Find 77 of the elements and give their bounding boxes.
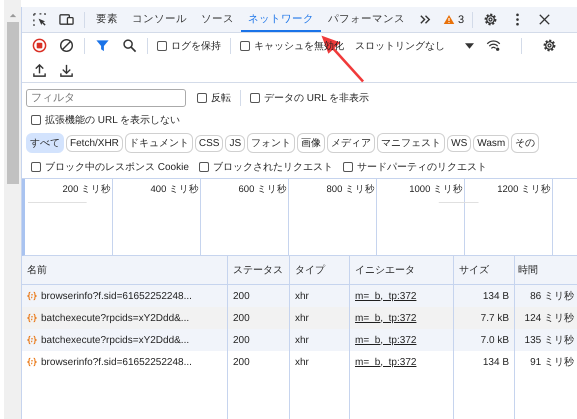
table-row[interactable]: batchexecute?rpcids=xY2Ddd&... 200 xhr m=_b,_tp:372 7.7 kB 124 ミリ秒	[22, 307, 577, 329]
checkbox-option[interactable]: 拡張機能の URL を表示しない	[31, 112, 180, 126]
table-cell-text: 91 ミリ秒	[529, 356, 575, 370]
table-cell: 200	[228, 329, 290, 351]
timeline-tick-label: 1000 ミリ秒	[409, 183, 464, 196]
type-filter-chip[interactable]: WS	[447, 134, 472, 152]
type-filter-chip[interactable]: フォント	[247, 133, 296, 153]
throttling-dropdown[interactable]: スロットリングなし	[355, 38, 474, 52]
panel-tab[interactable]: パフォーマンス	[321, 7, 412, 32]
type-filter-chip[interactable]: メディア	[327, 133, 376, 153]
table-cell-text: 135 ミリ秒	[524, 334, 575, 348]
download-icon[interactable]	[59, 62, 74, 78]
type-filter-chip[interactable]: マニフェスト	[377, 133, 446, 153]
type-filter-chip[interactable]: 画像	[297, 133, 326, 153]
request-name: browserinfo?f.sid=61652252248...	[41, 290, 192, 302]
issues-button[interactable]: 3	[443, 14, 464, 26]
checkbox-option[interactable]: ログを保持	[157, 38, 221, 52]
initiator-link[interactable]: m=_b,_tp:372	[355, 290, 416, 302]
checkbox-option[interactable]: データの URL を非表示	[250, 90, 370, 104]
initiator-link[interactable]: m=_b,_tp:372	[355, 312, 416, 324]
braces-icon	[27, 291, 37, 301]
initiator-link[interactable]: m=_b,_tp:372	[355, 356, 416, 368]
close-icon[interactable]	[537, 12, 552, 27]
scrollbar[interactable]	[4, 0, 21, 419]
inspect-icon[interactable]	[32, 12, 47, 27]
table-row[interactable]: browserinfo?f.sid=61652252248... 200 xhr m=_b,_tp:372 134 B 86 ミリ秒	[22, 285, 577, 307]
type-filter-chip[interactable]: Wasm	[473, 134, 510, 152]
initiator-link[interactable]: m=_b,_tp:372	[355, 334, 416, 346]
checkbox-option[interactable]: ブロックされたリクエスト	[198, 160, 333, 174]
checkbox-option[interactable]: 反転	[197, 90, 231, 104]
type-filter-chip[interactable]: CSS	[194, 134, 224, 152]
clear-icon[interactable]	[59, 38, 74, 53]
settings-icon[interactable]	[483, 12, 498, 27]
upload-icon[interactable]	[32, 62, 47, 78]
column-header[interactable]: ステータス	[228, 256, 290, 284]
timeline-tick-label: 200 ミリ秒	[62, 183, 112, 196]
braces-icon	[27, 357, 37, 367]
checkbox-option[interactable]: サードパーティのリクエスト	[342, 160, 487, 174]
timeline-tick-label: 600 ミリ秒	[238, 183, 288, 196]
table-row[interactable]: batchexecute?rpcids=xY2Ddd&... 200 xhr m=_b,_tp:372 7.0 kB 135 ミリ秒	[22, 329, 577, 351]
request-name: browserinfo?f.sid=61652252248...	[41, 356, 192, 368]
network-conditions-icon[interactable]	[486, 38, 501, 53]
request-name: batchexecute?rpcids=xY2Ddd&...	[41, 334, 190, 346]
checkbox-option[interactable]: ブロック中のレスポンス Cookie	[31, 160, 189, 174]
table-cell-text: 124 ミリ秒	[524, 312, 575, 326]
table-cell: 7.0 kB	[454, 329, 515, 351]
type-filter-chip[interactable]: JS	[225, 134, 246, 152]
column-header[interactable]: イニシエータ	[350, 256, 454, 284]
timeline-tick-label: 800 ミリ秒	[326, 183, 376, 196]
panel-tab[interactable]: コンソール	[125, 7, 194, 32]
column-header[interactable]: 時間	[515, 256, 577, 284]
table-cell-text: 86 ミリ秒	[529, 290, 575, 304]
timeline-tick-label: 1200 ミリ秒	[497, 183, 552, 196]
scrollbar-thumb[interactable]	[6, 22, 18, 184]
braces-icon	[27, 335, 37, 345]
braces-icon	[27, 313, 37, 323]
panel-tab[interactable]: ネットワーク	[241, 7, 321, 32]
request-name: batchexecute?rpcids=xY2Ddd&...	[41, 312, 190, 324]
caret-icon[interactable]	[465, 42, 474, 48]
search-icon[interactable]	[122, 38, 137, 53]
column-header[interactable]: タイプ	[290, 256, 350, 284]
filter-icon[interactable]	[95, 38, 110, 53]
record-icon[interactable]	[32, 38, 47, 53]
column-header[interactable]: サイズ	[454, 256, 515, 284]
type-filter-chip[interactable]: すべて	[26, 133, 64, 153]
settings-icon[interactable]	[542, 38, 557, 53]
warning-icon	[443, 14, 455, 25]
panel-tab[interactable]: 要素	[89, 7, 125, 32]
panel-tab[interactable]: ソース	[194, 7, 241, 32]
device-icon[interactable]	[59, 12, 74, 27]
timeline-tick-label: 400 ミリ秒	[150, 183, 200, 196]
column-header[interactable]: 名前	[22, 256, 228, 284]
type-filter-chip[interactable]: その	[511, 133, 540, 153]
type-filter-chip[interactable]: ドキュメント	[124, 133, 193, 153]
type-filter-chip[interactable]: Fetch/XHR	[66, 134, 123, 152]
table-cell: xhr	[290, 329, 350, 351]
filter-field[interactable]: フィルタ	[26, 88, 186, 106]
